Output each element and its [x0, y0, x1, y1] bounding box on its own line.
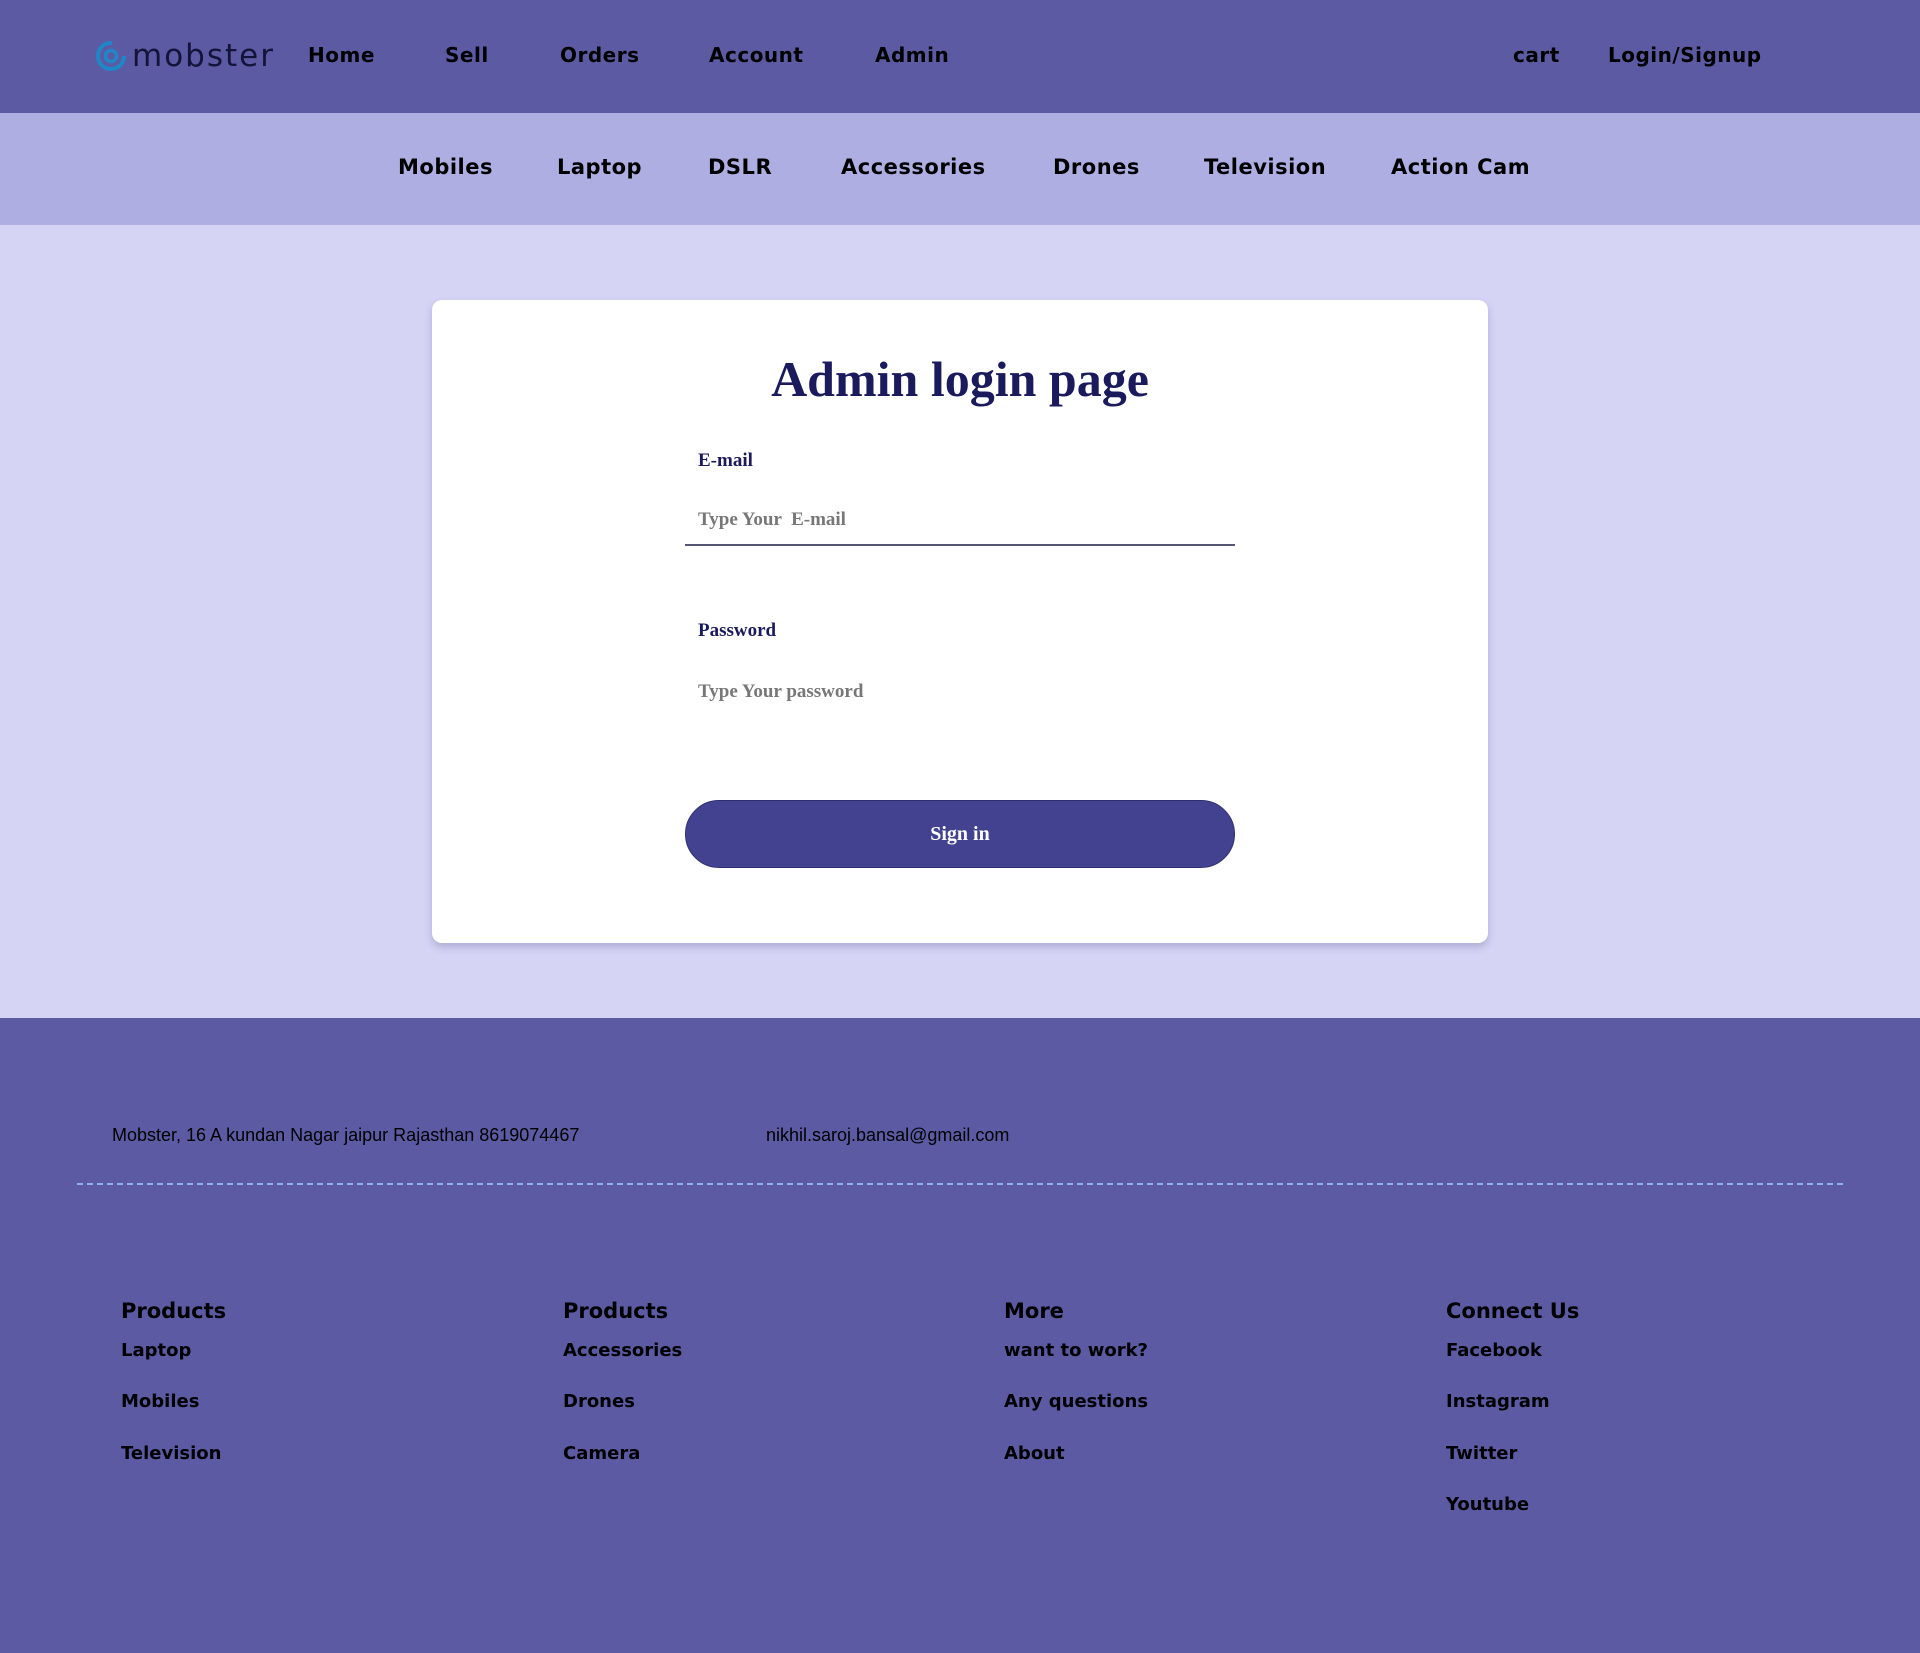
category-accessories[interactable]: Accessories — [841, 155, 986, 179]
category-television[interactable]: Television — [1204, 155, 1326, 179]
footer-link-laptop[interactable]: Laptop — [121, 1340, 191, 1361]
footer-divider — [77, 1183, 1843, 1185]
footer-link-youtube[interactable]: Youtube — [1446, 1494, 1529, 1515]
email-field[interactable] — [685, 496, 1235, 546]
category-mobiles[interactable]: Mobiles — [398, 155, 493, 179]
footer-link-want-to-work[interactable]: want to work? — [1004, 1340, 1148, 1361]
nav-home-link[interactable]: Home — [308, 43, 375, 67]
footer-address: Mobster, 16 A kundan Nagar jaipur Rajast… — [112, 1125, 580, 1145]
footer — [0, 1018, 1920, 1653]
footer-column-title: More — [1004, 1299, 1064, 1323]
category-drones[interactable]: Drones — [1053, 155, 1140, 179]
nav-admin-link[interactable]: Admin — [875, 43, 949, 67]
footer-link-drones[interactable]: Drones — [563, 1391, 635, 1412]
at-swirl-logo-icon — [96, 41, 126, 71]
footer-email: nikhil.saroj.bansal@gmail.com — [766, 1125, 1010, 1145]
nav-orders-link[interactable]: Orders — [560, 43, 640, 67]
footer-link-twitter[interactable]: Twitter — [1446, 1443, 1517, 1464]
footer-link-about[interactable]: About — [1004, 1443, 1065, 1464]
brand-name: mobster — [132, 38, 275, 74]
nav-account-link[interactable]: Account — [709, 43, 803, 67]
footer-link-facebook[interactable]: Facebook — [1446, 1340, 1542, 1361]
password-label: Password — [698, 620, 777, 641]
category-laptop[interactable]: Laptop — [557, 155, 642, 179]
page-title: Admin login page — [771, 351, 1149, 407]
footer-column-title: Connect Us — [1446, 1299, 1580, 1323]
brand-logo[interactable]: mobster — [94, 34, 275, 78]
footer-link-television[interactable]: Television — [121, 1443, 221, 1464]
footer-column-title: Products — [121, 1299, 227, 1323]
password-field[interactable] — [685, 667, 1235, 717]
footer-link-accessories[interactable]: Accessories — [563, 1340, 682, 1361]
footer-link-mobiles[interactable]: Mobiles — [121, 1391, 199, 1412]
nav-sell-link[interactable]: Sell — [445, 43, 489, 67]
category-action-cam[interactable]: Action Cam — [1391, 155, 1530, 179]
footer-link-any-questions[interactable]: Any questions — [1004, 1391, 1148, 1412]
footer-link-instagram[interactable]: Instagram — [1446, 1391, 1550, 1412]
category-dslr[interactable]: DSLR — [708, 155, 772, 179]
email-label: E-mail — [698, 450, 753, 471]
sign-in-button[interactable]: Sign in — [685, 800, 1235, 868]
nav-login-signup-link[interactable]: Login/Signup — [1608, 43, 1762, 67]
footer-column-title: Products — [563, 1299, 669, 1323]
footer-link-camera[interactable]: Camera — [563, 1443, 640, 1464]
nav-cart-link[interactable]: cart — [1513, 43, 1560, 67]
